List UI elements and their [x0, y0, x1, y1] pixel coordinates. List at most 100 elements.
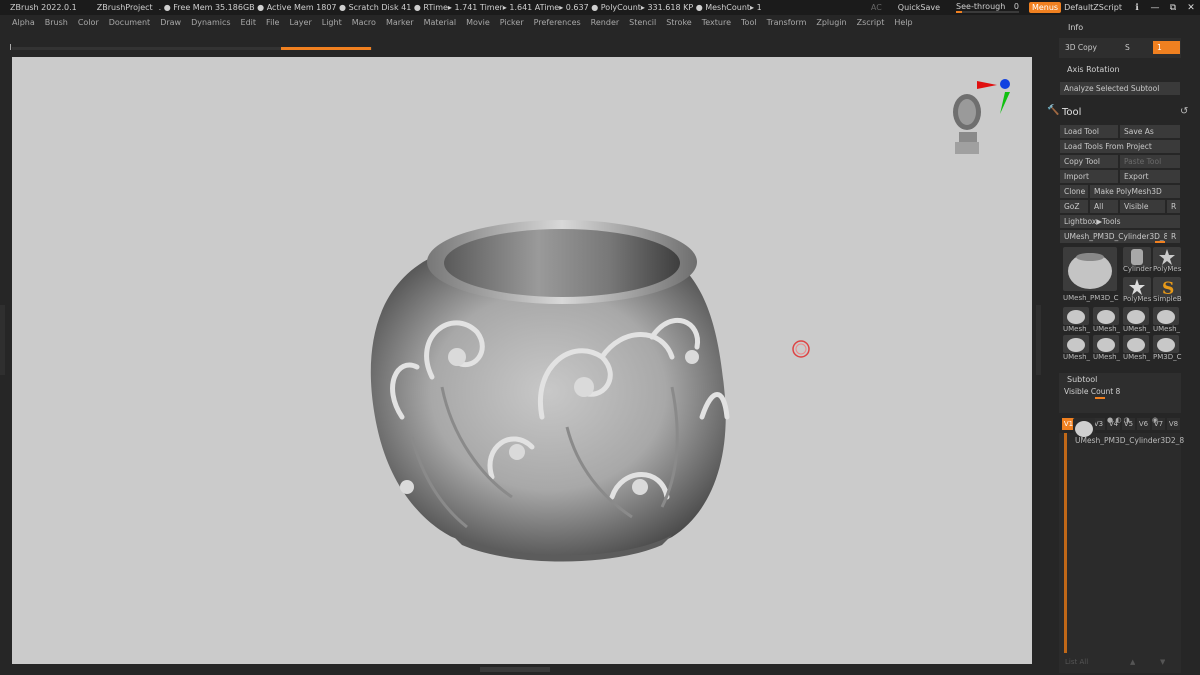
menu-zplugin[interactable]: Zplugin — [816, 18, 846, 27]
goz-visible-button[interactable]: Visible — [1120, 200, 1165, 213]
menu-edit[interactable]: Edit — [241, 18, 257, 27]
subtool-name[interactable]: UMesh_PM3D_Cylinder3D2_8 — [1075, 436, 1185, 445]
bottom-tray-handle[interactable] — [480, 667, 550, 672]
seethrough-value: 0 — [1013, 2, 1019, 11]
eye-icon[interactable]: ◉ — [1152, 416, 1158, 424]
subtool-icons: ● ◐ ◑ ◉ — [1107, 416, 1177, 424]
tool-thumb-small[interactable] — [1123, 307, 1149, 325]
menu-help[interactable]: Help — [894, 18, 912, 27]
menu-texture[interactable]: Texture — [702, 18, 731, 27]
menu-macro[interactable]: Macro — [352, 18, 376, 27]
list-all-button[interactable]: List All — [1065, 658, 1088, 666]
pot-mini-icon — [1157, 338, 1175, 352]
goz-r-button[interactable]: R — [1167, 200, 1180, 213]
pot-mini-icon — [1097, 338, 1115, 352]
copy-tool-button[interactable]: Copy Tool — [1060, 155, 1118, 168]
navigation-head-icon[interactable] — [953, 94, 981, 154]
subtool-scrollbar[interactable] — [1064, 433, 1067, 653]
menu-marker[interactable]: Marker — [386, 18, 414, 27]
subtool-section-title[interactable]: Subtool — [1067, 375, 1097, 384]
move-up-icon[interactable]: ▲ — [1130, 658, 1135, 666]
goz-all-button[interactable]: All — [1090, 200, 1118, 213]
tool-thumb-simplebrush[interactable]: S — [1153, 277, 1181, 299]
load-tool-button[interactable]: Load Tool — [1060, 125, 1118, 138]
thumb-label-5: UMesh_ — [1063, 325, 1091, 333]
make-polymesh-button[interactable]: Make PolyMesh3D — [1090, 185, 1180, 198]
default-zscript-button[interactable]: DefaultZScript — [1064, 3, 1122, 12]
menu-transform[interactable]: Transform — [767, 18, 807, 27]
thumb-label-12: PM3D_C — [1153, 353, 1182, 361]
menu-color[interactable]: Color — [78, 18, 99, 27]
pot-small-icon — [1075, 421, 1093, 437]
copy3d-value-field[interactable]: 1 — [1153, 41, 1180, 54]
menu-dynamics[interactable]: Dynamics — [191, 18, 230, 27]
menu-tool[interactable]: Tool — [741, 18, 757, 27]
title-bar-controls: AC QuickSave See-through 0 Menus Default… — [861, 0, 1200, 15]
left-tray-handle[interactable] — [0, 305, 5, 375]
paste-tool-button[interactable]: Paste Tool — [1120, 155, 1180, 168]
tool-thumb-small[interactable] — [1093, 307, 1119, 325]
menu-alpha[interactable]: Alpha — [12, 18, 35, 27]
tool-thumb-small[interactable] — [1153, 335, 1179, 353]
pot-model — [370, 220, 730, 562]
minimize-icon[interactable]: — — [1146, 3, 1164, 13]
tool-thumb-small[interactable] — [1093, 335, 1119, 353]
analyze-subtool-button[interactable]: Analyze Selected Subtool — [1060, 82, 1180, 95]
save-as-button[interactable]: Save As — [1120, 125, 1180, 138]
axis-rotation-label[interactable]: Axis Rotation — [1067, 65, 1120, 74]
tool-thumb-cylinder[interactable] — [1123, 247, 1151, 267]
menu-stroke[interactable]: Stroke — [666, 18, 692, 27]
subtool-thumb[interactable] — [1073, 418, 1095, 438]
document-canvas[interactable] — [12, 57, 1032, 664]
goz-button[interactable]: GoZ — [1060, 200, 1088, 213]
quicksave-button[interactable]: QuickSave — [898, 3, 940, 12]
visible-count-fill — [1095, 397, 1105, 399]
menu-material[interactable]: Material — [424, 18, 457, 27]
move-down-icon[interactable]: ▼ — [1160, 658, 1165, 666]
menu-layer[interactable]: Layer — [289, 18, 311, 27]
tool-thumb-polymesh-b[interactable] — [1123, 277, 1151, 297]
shelf-tick — [10, 44, 11, 50]
menu-render[interactable]: Render — [591, 18, 619, 27]
tool-thumb-main[interactable] — [1063, 247, 1117, 291]
right-tray-handle[interactable] — [1036, 305, 1041, 375]
menu-draw[interactable]: Draw — [160, 18, 181, 27]
export-button[interactable]: Export — [1120, 170, 1180, 183]
current-tool-slider[interactable]: UMesh_PM3D_Cylinder3D_8 — [1060, 230, 1168, 243]
visibility-dot-icon[interactable]: ● ◐ ◑ — [1107, 416, 1130, 424]
close-icon[interactable]: ✕ — [1182, 3, 1200, 13]
tool-thumb-small[interactable] — [1063, 307, 1089, 325]
tool-palette-title[interactable]: Tool — [1062, 107, 1081, 118]
menu-movie[interactable]: Movie — [466, 18, 490, 27]
menu-light[interactable]: Light — [322, 18, 342, 27]
restore-icon[interactable]: ⧉ — [1164, 3, 1182, 13]
lightbox-tools-button[interactable]: Lightbox▶Tools — [1060, 215, 1180, 228]
tool-thumb-small[interactable] — [1063, 335, 1089, 353]
menu-zscript[interactable]: Zscript — [857, 18, 885, 27]
visible-count-slider[interactable]: Visible Count 8 — [1064, 387, 1120, 396]
menus-toggle[interactable]: Menus — [1028, 2, 1062, 13]
menu-preferences[interactable]: Preferences — [534, 18, 581, 27]
current-tool-r-button[interactable]: R — [1167, 230, 1180, 243]
tool-thumb-small[interactable] — [1123, 335, 1149, 353]
menu-picker[interactable]: Picker — [500, 18, 524, 27]
info-section-title[interactable]: Info — [1068, 23, 1083, 32]
thumb-label-8: UMesh_ — [1153, 325, 1181, 333]
load-tools-from-project-button[interactable]: Load Tools From Project — [1060, 140, 1180, 153]
info-icon[interactable]: ℹ — [1128, 3, 1146, 13]
menu-document[interactable]: Document — [109, 18, 150, 27]
seethrough-slider[interactable]: See-through 0 — [956, 2, 1019, 13]
copy3d-button[interactable]: 3D Copy — [1061, 41, 1121, 54]
menu-stencil[interactable]: Stencil — [629, 18, 656, 27]
clone-button[interactable]: Clone — [1060, 185, 1088, 198]
thumb-label-7: UMesh_ — [1123, 325, 1151, 333]
axis-gizmo-icon[interactable] — [977, 79, 1010, 114]
pot-mini-icon — [1127, 310, 1145, 324]
ac-toggle[interactable]: AC — [871, 3, 882, 12]
menu-file[interactable]: File — [266, 18, 279, 27]
import-button[interactable]: Import — [1060, 170, 1118, 183]
tool-thumb-small[interactable] — [1153, 307, 1179, 325]
reset-icon[interactable]: ↺ — [1180, 106, 1188, 117]
menu-brush[interactable]: Brush — [45, 18, 68, 27]
tool-thumb-polymesh-a[interactable] — [1153, 247, 1181, 267]
